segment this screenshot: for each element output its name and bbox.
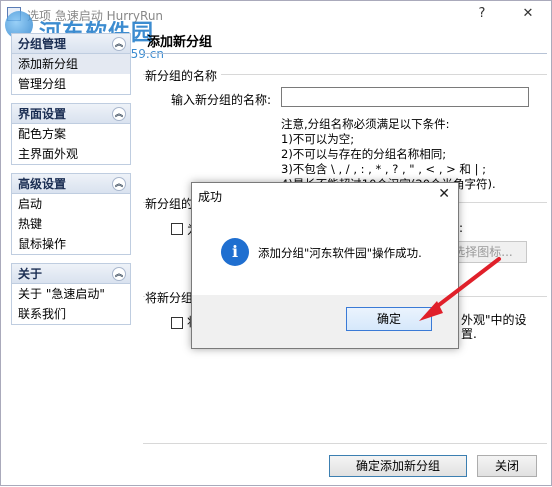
close-icon[interactable]: ✕ (517, 5, 539, 23)
group-title: 界面设置 (18, 107, 67, 121)
sidebar-item-main-appearance[interactable]: 主界面外观 (12, 144, 130, 164)
name-field-label: 输入新分组的名称: (171, 93, 272, 107)
info-icon: i (221, 238, 249, 266)
sidebar: 分组管理 ︽ 添加新分组 管理分组 界面设置 ︽ 配色方案 主界面外观 高级设置… (11, 33, 131, 333)
use-icon-checkbox[interactable] (171, 223, 183, 235)
sidebar-group-interface: 界面设置 ︽ 配色方案 主界面外观 (11, 103, 131, 165)
dialog-message: 添加分组"河东软件园"操作成功. (258, 246, 422, 260)
collapse-chevron-icon[interactable]: ︽ (112, 177, 126, 191)
dialog-ok-button[interactable]: 确定 (346, 307, 432, 331)
rule-line: 3)不包含 \ , / , : , * , ? , " , < , > 和 | … (281, 162, 486, 176)
sidebar-item-hotkeys[interactable]: 热键 (12, 214, 130, 234)
appearance-text-line2: 置. (461, 327, 477, 341)
collapse-chevron-icon[interactable]: ︽ (112, 267, 126, 281)
group-title: 分组管理 (18, 37, 67, 51)
bottom-divider (143, 443, 547, 444)
group-header[interactable]: 高级设置 ︽ (12, 174, 130, 194)
sidebar-group-advanced: 高级设置 ︽ 启动 热键 鼠标操作 (11, 173, 131, 255)
sidebar-item-color-scheme[interactable]: 配色方案 (12, 124, 130, 144)
group-header[interactable]: 界面设置 ︽ (12, 104, 130, 124)
help-button[interactable]: ? (471, 5, 493, 23)
page-title: 添加新分组 (147, 35, 213, 50)
name-rules: 注意,分组名称必须满足以下条件: 1)不可以为空; 2)不可以与存在的分组名称相… (281, 117, 496, 192)
sidebar-item-add-group[interactable]: 添加新分组 (12, 54, 130, 74)
sidebar-item-startup[interactable]: 启动 (12, 194, 130, 214)
rule-line: 注意,分组名称必须满足以下条件: (281, 117, 450, 131)
apply-appearance-checkbox[interactable] (171, 317, 183, 329)
dialog-body: i 添加分组"河东软件园"操作成功. (192, 209, 458, 295)
sidebar-item-mouse[interactable]: 鼠标操作 (12, 234, 130, 254)
add-group-button[interactable]: 确定添加新分组 (329, 455, 467, 477)
fieldset-appearance-legend: 将新分组 (145, 289, 198, 306)
group-name-input[interactable] (281, 87, 529, 107)
collapse-chevron-icon[interactable]: ︽ (112, 37, 126, 51)
fieldset-icon-legend: 新分组的 (145, 195, 198, 212)
close-button[interactable]: 关闭 (477, 455, 537, 477)
success-dialog: 成功 ✕ i 添加分组"河东软件园"操作成功. 确定 (191, 182, 459, 349)
sidebar-group-group-management: 分组管理 ︽ 添加新分组 管理分组 (11, 33, 131, 95)
fieldset-name-legend: 新分组的名称 (145, 67, 222, 84)
rule-line: 2)不可以与存在的分组名称相同; (281, 147, 447, 161)
sidebar-item-about[interactable]: 关于 "急速启动" (12, 284, 130, 304)
rule-line: 1)不可以为空; (281, 132, 355, 146)
collapse-chevron-icon[interactable]: ︽ (112, 107, 126, 121)
title-divider (143, 53, 547, 54)
group-header[interactable]: 分组管理 ︽ (12, 34, 130, 54)
group-title: 高级设置 (18, 177, 67, 191)
group-header[interactable]: 关于 ︽ (12, 264, 130, 284)
dialog-close-icon[interactable]: ✕ (438, 186, 450, 202)
sidebar-group-about: 关于 ︽ 关于 "急速启动" 联系我们 (11, 263, 131, 325)
sidebar-item-contact[interactable]: 联系我们 (12, 304, 130, 324)
options-window: 选项 急速启动 HurryRun ? ✕ 河东软件园 www.pc0359.cn… (0, 0, 552, 486)
sidebar-item-manage-groups[interactable]: 管理分组 (12, 74, 130, 94)
icon-colon: : (459, 221, 464, 235)
dialog-title-bar: 成功 ✕ (192, 183, 458, 209)
dialog-title: 成功 (198, 190, 223, 204)
group-title: 关于 (18, 267, 43, 281)
